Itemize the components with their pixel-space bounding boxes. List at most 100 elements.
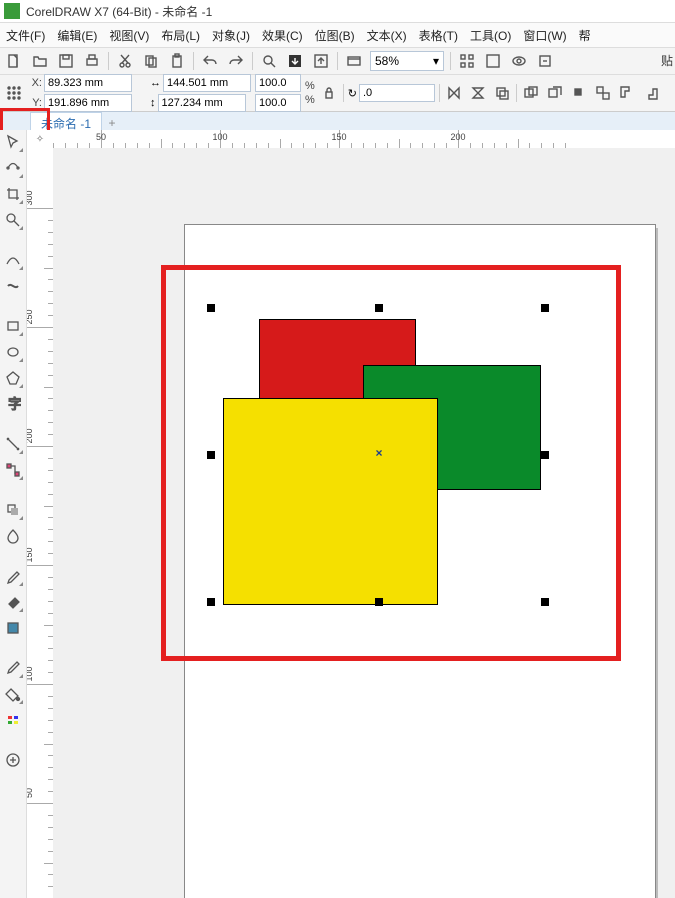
weld-button[interactable] [521, 83, 541, 103]
selection-handle[interactable] [541, 451, 549, 459]
open-button[interactable] [30, 51, 50, 71]
selection-handle[interactable] [541, 304, 549, 312]
order-front-button[interactable] [492, 83, 512, 103]
menu-help[interactable]: 帮 [573, 27, 597, 44]
toolbar-separator [252, 52, 253, 70]
ruler-label: 50 [27, 783, 34, 803]
artistic-media-tool[interactable] [3, 276, 23, 296]
options-button[interactable] [535, 51, 555, 71]
smart-drawing-tool[interactable] [3, 710, 23, 730]
mirror-v-button[interactable] [468, 83, 488, 103]
toolbar-separator [516, 84, 517, 102]
app-icon [4, 3, 20, 19]
quick-customize-button[interactable] [3, 750, 23, 770]
connector-tool[interactable] [3, 460, 23, 480]
menu-object[interactable]: 对象(J) [206, 27, 256, 44]
menu-layout[interactable]: 布局(L) [155, 27, 206, 44]
scale-x-input[interactable] [255, 74, 301, 92]
menu-text[interactable]: 文本(X) [361, 27, 413, 44]
preview-button[interactable] [509, 51, 529, 71]
toolbar-separator [337, 52, 338, 70]
smart-fill-tool[interactable] [3, 618, 23, 638]
yellow-rectangle-shape[interactable] [223, 398, 438, 605]
interactive-fill-tool[interactable] [3, 592, 23, 612]
menu-edit[interactable]: 编辑(E) [51, 27, 103, 44]
search-button[interactable] [259, 51, 279, 71]
title-bar: CorelDRAW X7 (64-Bit) - 未命名 -1 [0, 0, 675, 23]
copy-button[interactable] [141, 51, 161, 71]
scale-y-input[interactable] [255, 94, 301, 112]
zoom-tool[interactable] [3, 210, 23, 230]
ellipse-tool[interactable] [3, 342, 23, 362]
menu-window[interactable]: 窗口(W) [517, 27, 572, 44]
svg-text:字: 字 [8, 397, 21, 412]
menu-tools[interactable]: 工具(O) [464, 27, 517, 44]
intersect-button[interactable] [569, 83, 589, 103]
polygon-tool[interactable] [3, 368, 23, 388]
trim-button[interactable] [545, 83, 565, 103]
drop-shadow-tool[interactable] [3, 500, 23, 520]
zoom-dropdown-icon[interactable]: ▾ [429, 54, 443, 68]
horizontal-ruler[interactable]: 50100150200 [53, 130, 675, 149]
toolbar-separator [193, 52, 194, 70]
zoom-combo[interactable]: ▾ [370, 51, 444, 71]
import-button[interactable] [285, 51, 305, 71]
mirror-h-button[interactable] [444, 83, 464, 103]
x-position-input[interactable] [44, 74, 132, 92]
y-position-input[interactable] [44, 94, 132, 112]
print-button[interactable] [82, 51, 102, 71]
menu-bitmap[interactable]: 位图(B) [309, 27, 361, 44]
selection-center-marker[interactable]: × [375, 449, 383, 457]
add-tab-button[interactable]: + [102, 116, 122, 130]
selection-handle[interactable] [375, 304, 383, 312]
freehand-tool[interactable] [3, 250, 23, 270]
paste-button[interactable] [167, 51, 187, 71]
outline-pen-tool[interactable] [3, 658, 23, 678]
save-button[interactable] [56, 51, 76, 71]
width-input[interactable] [163, 74, 251, 92]
color-eyedropper-tool[interactable] [3, 566, 23, 586]
vertical-ruler[interactable]: 300250200150100500 [27, 148, 54, 898]
menu-view[interactable]: 视图(V) [103, 27, 155, 44]
selection-handle[interactable] [207, 304, 215, 312]
parallel-dim-tool[interactable] [3, 434, 23, 454]
rotation-input[interactable] [359, 84, 435, 102]
ruler-label: 100 [212, 132, 227, 142]
front-minus-back-button[interactable] [617, 83, 637, 103]
fullscreen-button[interactable] [483, 51, 503, 71]
selection-handle[interactable] [207, 598, 215, 606]
menu-effects[interactable]: 效果(C) [256, 27, 309, 44]
ruler-label: 150 [331, 132, 346, 142]
rectangle-tool[interactable] [3, 316, 23, 336]
ruler-label: 300 [27, 188, 34, 208]
crop-tool[interactable] [3, 184, 23, 204]
canvas[interactable]: × [53, 148, 675, 898]
back-minus-front-button[interactable] [641, 83, 661, 103]
new-button[interactable] [4, 51, 24, 71]
simplify-button[interactable] [593, 83, 613, 103]
snap-button[interactable] [457, 51, 477, 71]
redo-button[interactable] [226, 51, 246, 71]
percent-label: % [305, 94, 315, 106]
ruler-label: 100 [27, 664, 34, 684]
selection-handle[interactable] [375, 598, 383, 606]
text-tool[interactable]: 字 [3, 394, 23, 414]
fill-tool[interactable] [3, 684, 23, 704]
publish-button[interactable] [344, 51, 364, 71]
transparency-tool[interactable] [3, 526, 23, 546]
selection-handle[interactable] [207, 451, 215, 459]
menu-table[interactable]: 表格(T) [413, 27, 464, 44]
ruler-corner[interactable]: ✧ [27, 130, 54, 149]
selection-handle[interactable] [541, 598, 549, 606]
zoom-input[interactable] [371, 54, 429, 68]
toolbar-separator [450, 52, 451, 70]
height-input[interactable] [158, 94, 246, 112]
menu-file[interactable]: 文件(F) [0, 27, 51, 44]
lock-ratio-button[interactable] [319, 83, 339, 103]
pick-tool[interactable] [3, 132, 23, 152]
object-origin-button[interactable] [4, 83, 24, 103]
export-button[interactable] [311, 51, 331, 71]
shape-tool[interactable] [3, 158, 23, 178]
cut-button[interactable] [115, 51, 135, 71]
undo-button[interactable] [200, 51, 220, 71]
